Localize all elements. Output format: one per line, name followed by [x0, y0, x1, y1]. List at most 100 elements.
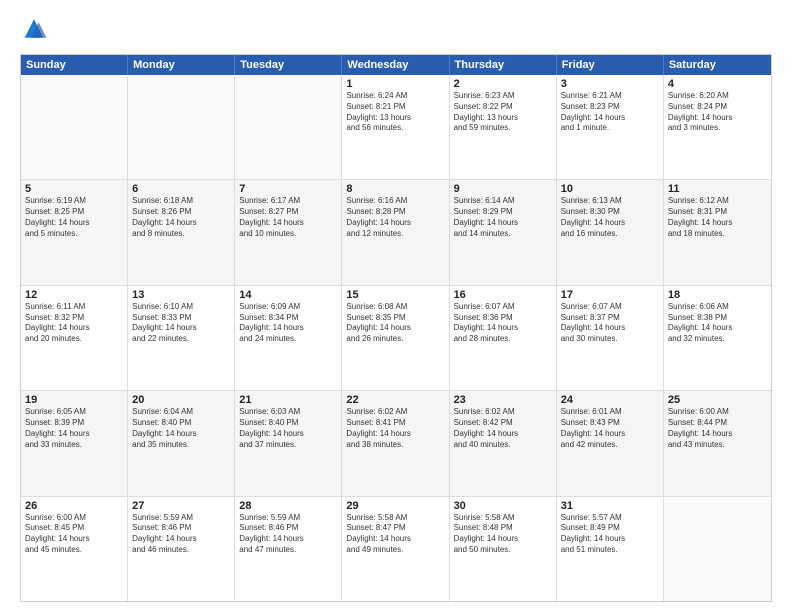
calendar-header: SundayMondayTuesdayWednesdayThursdayFrid…: [21, 55, 771, 75]
cell-line: Sunset: 8:28 PM: [346, 207, 444, 218]
cell-line: and 20 minutes.: [25, 334, 123, 345]
day-number: 28: [239, 500, 337, 512]
day-number: 3: [561, 78, 659, 90]
day-number: 1: [346, 78, 444, 90]
cell-line: and 32 minutes.: [668, 334, 767, 345]
cell-line: Daylight: 14 hours: [561, 429, 659, 440]
day-number: 16: [454, 289, 552, 301]
cell-line: Sunrise: 6:05 AM: [25, 407, 123, 418]
weekday-header: Thursday: [450, 55, 557, 75]
calendar-cell: [128, 75, 235, 179]
cell-line: Daylight: 14 hours: [561, 534, 659, 545]
cell-line: Sunset: 8:27 PM: [239, 207, 337, 218]
weekday-header: Monday: [128, 55, 235, 75]
cell-line: Daylight: 14 hours: [668, 113, 767, 124]
cell-line: Sunrise: 6:09 AM: [239, 302, 337, 313]
cell-line: Sunset: 8:44 PM: [668, 418, 767, 429]
cell-line: and 50 minutes.: [454, 545, 552, 556]
cell-line: Sunrise: 6:10 AM: [132, 302, 230, 313]
calendar-cell: 10Sunrise: 6:13 AMSunset: 8:30 PMDayligh…: [557, 180, 664, 284]
cell-line: Sunset: 8:29 PM: [454, 207, 552, 218]
day-number: 21: [239, 394, 337, 406]
weekday-header: Friday: [557, 55, 664, 75]
day-number: 24: [561, 394, 659, 406]
cell-line: and 47 minutes.: [239, 545, 337, 556]
cell-line: Daylight: 14 hours: [454, 323, 552, 334]
cell-line: Sunset: 8:45 PM: [25, 523, 123, 534]
cell-line: Daylight: 14 hours: [25, 429, 123, 440]
cell-line: Sunrise: 5:57 AM: [561, 513, 659, 524]
cell-line: and 56 minutes.: [346, 123, 444, 134]
day-number: 13: [132, 289, 230, 301]
weekday-header: Sunday: [21, 55, 128, 75]
cell-line: Daylight: 14 hours: [239, 218, 337, 229]
cell-line: Sunset: 8:43 PM: [561, 418, 659, 429]
cell-line: and 30 minutes.: [561, 334, 659, 345]
cell-line: Sunset: 8:22 PM: [454, 102, 552, 113]
calendar-body: 1Sunrise: 6:24 AMSunset: 8:21 PMDaylight…: [21, 75, 771, 601]
day-number: 15: [346, 289, 444, 301]
day-number: 4: [668, 78, 767, 90]
cell-line: Sunset: 8:41 PM: [346, 418, 444, 429]
cell-line: Daylight: 14 hours: [346, 429, 444, 440]
cell-line: Sunset: 8:39 PM: [25, 418, 123, 429]
calendar-cell: [235, 75, 342, 179]
cell-line: Daylight: 14 hours: [561, 218, 659, 229]
calendar-cell: 4Sunrise: 6:20 AMSunset: 8:24 PMDaylight…: [664, 75, 771, 179]
cell-line: Daylight: 14 hours: [668, 429, 767, 440]
weekday-header: Tuesday: [235, 55, 342, 75]
cell-line: Sunset: 8:38 PM: [668, 313, 767, 324]
day-number: 26: [25, 500, 123, 512]
cell-line: Daylight: 14 hours: [561, 323, 659, 334]
calendar-row: 19Sunrise: 6:05 AMSunset: 8:39 PMDayligh…: [21, 391, 771, 496]
calendar-cell: 9Sunrise: 6:14 AMSunset: 8:29 PMDaylight…: [450, 180, 557, 284]
cell-line: Daylight: 14 hours: [132, 534, 230, 545]
cell-line: Sunset: 8:37 PM: [561, 313, 659, 324]
calendar-cell: 25Sunrise: 6:00 AMSunset: 8:44 PMDayligh…: [664, 391, 771, 495]
cell-line: Daylight: 14 hours: [132, 323, 230, 334]
cell-line: Daylight: 14 hours: [25, 323, 123, 334]
cell-line: Sunset: 8:34 PM: [239, 313, 337, 324]
cell-line: and 18 minutes.: [668, 229, 767, 240]
cell-line: and 45 minutes.: [25, 545, 123, 556]
day-number: 22: [346, 394, 444, 406]
cell-line: Sunrise: 6:12 AM: [668, 196, 767, 207]
calendar-cell: 8Sunrise: 6:16 AMSunset: 8:28 PMDaylight…: [342, 180, 449, 284]
calendar-cell: 5Sunrise: 6:19 AMSunset: 8:25 PMDaylight…: [21, 180, 128, 284]
cell-line: Sunrise: 6:20 AM: [668, 91, 767, 102]
cell-line: Sunrise: 6:16 AM: [346, 196, 444, 207]
cell-line: Sunset: 8:42 PM: [454, 418, 552, 429]
cell-line: and 33 minutes.: [25, 440, 123, 451]
day-number: 10: [561, 183, 659, 195]
day-number: 17: [561, 289, 659, 301]
cell-line: Sunrise: 6:07 AM: [454, 302, 552, 313]
day-number: 8: [346, 183, 444, 195]
calendar-cell: 2Sunrise: 6:23 AMSunset: 8:22 PMDaylight…: [450, 75, 557, 179]
cell-line: and 40 minutes.: [454, 440, 552, 451]
cell-line: Daylight: 14 hours: [132, 218, 230, 229]
cell-line: Sunrise: 6:00 AM: [25, 513, 123, 524]
weekday-header: Saturday: [664, 55, 771, 75]
cell-line: Sunset: 8:46 PM: [239, 523, 337, 534]
day-number: 20: [132, 394, 230, 406]
cell-line: and 26 minutes.: [346, 334, 444, 345]
cell-line: Sunset: 8:23 PM: [561, 102, 659, 113]
day-number: 18: [668, 289, 767, 301]
cell-line: Daylight: 14 hours: [454, 534, 552, 545]
cell-line: Daylight: 13 hours: [346, 113, 444, 124]
cell-line: and 46 minutes.: [132, 545, 230, 556]
cell-line: Sunrise: 6:24 AM: [346, 91, 444, 102]
cell-line: Daylight: 14 hours: [454, 218, 552, 229]
calendar-cell: 30Sunrise: 5:58 AMSunset: 8:48 PMDayligh…: [450, 497, 557, 601]
day-number: 5: [25, 183, 123, 195]
cell-line: and 10 minutes.: [239, 229, 337, 240]
cell-line: Sunset: 8:48 PM: [454, 523, 552, 534]
logo: [20, 16, 52, 44]
cell-line: Sunrise: 6:18 AM: [132, 196, 230, 207]
day-number: 31: [561, 500, 659, 512]
calendar-cell: 16Sunrise: 6:07 AMSunset: 8:36 PMDayligh…: [450, 286, 557, 390]
cell-line: Sunrise: 5:58 AM: [346, 513, 444, 524]
cell-line: Sunrise: 6:02 AM: [346, 407, 444, 418]
cell-line: Daylight: 14 hours: [25, 218, 123, 229]
cell-line: Sunset: 8:46 PM: [132, 523, 230, 534]
